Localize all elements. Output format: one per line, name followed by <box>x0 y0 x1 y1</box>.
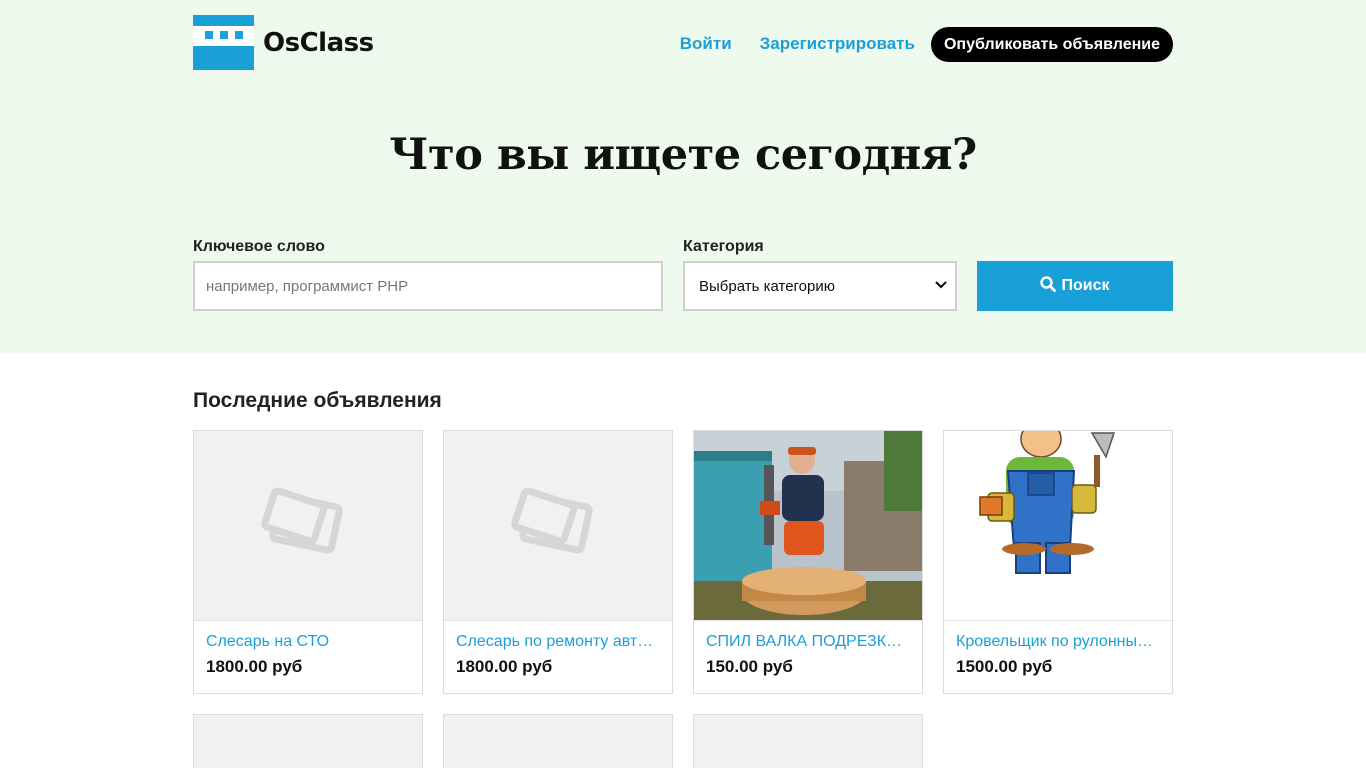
category-label: Категория <box>683 238 764 255</box>
chevron-down-icon <box>935 280 947 292</box>
listing-card[interactable]: Слесарь по ремонту автомобилей 1800.00 р… <box>443 430 673 694</box>
category-select[interactable]: Выбрать категорию <box>683 261 957 311</box>
logo-text: OsClass <box>263 27 374 58</box>
top-nav: Войти Зарегистрировать Опубликовать объя… <box>680 26 1173 62</box>
search-button[interactable]: Поиск <box>977 261 1173 311</box>
listing-card[interactable] <box>693 714 923 768</box>
placeholder-icon <box>194 431 422 621</box>
placeholder-icon <box>194 715 422 768</box>
latest-listings-title: Последние объявления <box>193 389 442 412</box>
listing-title[interactable]: Слесарь по ремонту автомобилей <box>456 633 660 651</box>
logo[interactable]: OsClass <box>193 15 374 70</box>
hero-section: OsClass Войти Зарегистрировать Опубликов… <box>0 0 1366 353</box>
login-link[interactable]: Войти <box>680 34 732 54</box>
illustration-builder <box>944 431 1172 621</box>
publish-ad-button[interactable]: Опубликовать объявление <box>930 26 1173 62</box>
listing-price: 150.00 руб <box>706 657 793 676</box>
logo-icon <box>193 15 254 70</box>
search-form: Ключевое слово Категория Выбрать категор… <box>193 238 1173 311</box>
listing-title[interactable]: Слесарь на СТО <box>206 633 410 651</box>
search-button-label: Поиск <box>1061 277 1110 294</box>
placeholder-icon <box>444 431 672 621</box>
header: OsClass Войти Зарегистрировать Опубликов… <box>193 0 1173 88</box>
listing-card[interactable] <box>193 714 423 768</box>
listing-card[interactable]: Кровельщик по рулонным кровлям 1500.00 р… <box>943 430 1173 694</box>
search-icon <box>1040 275 1057 297</box>
register-link[interactable]: Зарегистрировать <box>760 34 915 54</box>
listing-card[interactable] <box>443 714 673 768</box>
listing-title[interactable]: Кровельщик по рулонным кровлям <box>956 633 1160 651</box>
listing-title[interactable]: СПИЛ ВАЛКА ПОДРЕЗКА ДЕРЕВЬЕВ <box>706 633 910 651</box>
listing-card[interactable]: Слесарь на СТО 1800.00 руб <box>193 430 423 694</box>
placeholder-icon <box>444 715 672 768</box>
category-selected-value: Выбрать категорию <box>699 277 835 295</box>
listing-card[interactable]: СПИЛ ВАЛКА ПОДРЕЗКА ДЕРЕВЬЕВ 150.00 руб <box>693 430 923 694</box>
photo-tree-cutting <box>694 431 922 621</box>
hero-headline: Что вы ищете сегодня? <box>389 130 977 180</box>
listing-price: 1800.00 руб <box>456 657 553 676</box>
keyword-input[interactable] <box>193 261 663 311</box>
listing-price: 1800.00 руб <box>206 657 303 676</box>
listings-grid: Слесарь на СТО 1800.00 руб Слесарь по ре… <box>193 430 1173 768</box>
placeholder-icon <box>694 715 922 768</box>
listing-price: 1500.00 руб <box>956 657 1053 676</box>
keyword-label: Ключевое слово <box>193 238 325 255</box>
